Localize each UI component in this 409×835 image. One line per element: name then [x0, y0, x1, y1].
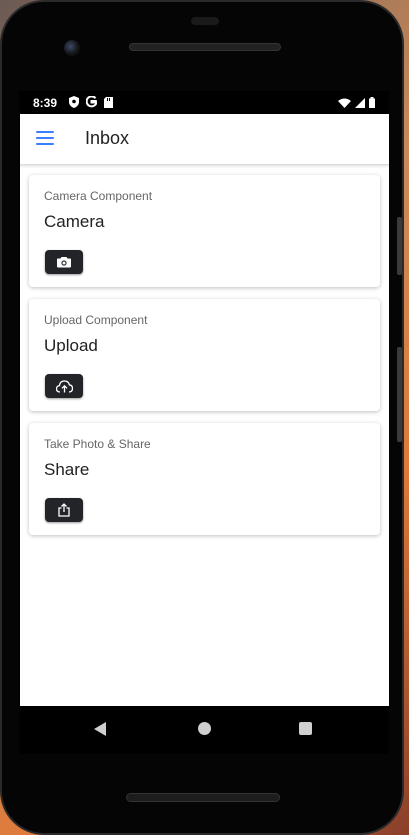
card-upload: Upload Component Upload: [29, 299, 380, 411]
card-subtitle: Upload Component: [44, 313, 148, 327]
home-icon[interactable]: [198, 722, 211, 735]
google-g-icon: [86, 96, 97, 108]
card-title: Share: [44, 460, 90, 479]
shield-icon: [69, 96, 79, 108]
recents-icon[interactable]: [299, 722, 312, 735]
app-content: Inbox Camera Component Camera Upload Com…: [20, 114, 389, 706]
card-subtitle: Camera Component: [44, 189, 153, 203]
card-title: Upload: [44, 336, 98, 355]
battery-icon: [369, 97, 375, 108]
top-sensor: [191, 17, 219, 25]
cloud-upload-icon: [55, 379, 73, 393]
card-subtitle: Take Photo & Share: [44, 437, 151, 451]
status-bar: 8:39: [19, 91, 389, 115]
page-title: Inbox: [85, 128, 130, 148]
signal-icon: [355, 97, 365, 108]
card-share: Take Photo & Share Share: [29, 423, 380, 535]
card-camera: Camera Component Camera: [29, 175, 380, 287]
power-button: [397, 217, 402, 275]
phone-frame: 8:39 Inbox Camera Component Camera Uploa…: [0, 0, 404, 835]
status-notification-icons: [69, 96, 113, 108]
sd-card-icon: [104, 96, 113, 108]
share-icon: [58, 503, 70, 517]
status-system-icons: [338, 97, 375, 108]
front-camera: [64, 40, 80, 56]
app-toolbar: Inbox: [20, 114, 389, 165]
earpiece-grille: [129, 43, 281, 51]
camera-button[interactable]: [45, 250, 83, 274]
upload-button[interactable]: [45, 374, 83, 398]
back-icon[interactable]: [94, 722, 106, 736]
device-screen: 8:39 Inbox Camera Component Camera Uploa…: [19, 91, 389, 754]
speaker-grille: [126, 793, 280, 802]
share-button[interactable]: [45, 498, 83, 522]
wifi-icon: [338, 98, 351, 108]
camera-icon: [57, 257, 71, 268]
card-title: Camera: [44, 212, 105, 231]
menu-icon[interactable]: [36, 131, 54, 145]
volume-button: [397, 347, 402, 442]
system-nav-bar: [19, 706, 389, 754]
status-time: 8:39: [33, 96, 58, 110]
